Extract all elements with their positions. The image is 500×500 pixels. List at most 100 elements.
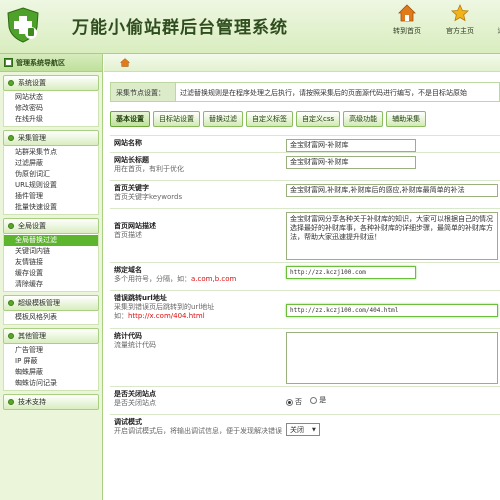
domain-label: 绑定域名 (114, 266, 142, 274)
sidebar-group-support: 技术支持 (3, 394, 99, 410)
description-textarea[interactable]: 金宝财富网分享各种关于补财库的知识，大家可以根据自己的情况选择最好的补财库事，各… (286, 212, 498, 260)
tab-custom-css[interactable]: 自定义css (296, 111, 341, 127)
group-title-text: 采集管理 (18, 134, 46, 142)
keywords-label: 首页关键字 (114, 184, 149, 192)
site-close-radio-no[interactable]: 否 (286, 397, 302, 407)
site-name-input[interactable]: 金宝财富网-补财库 (286, 139, 416, 152)
site-name-label: 网站名称 (114, 139, 142, 147)
sidebar-item-collect-nodes[interactable]: 站群采集节点 (4, 147, 98, 158)
stats-label: 统计代码 (114, 332, 142, 340)
sidebar-item-spider-block[interactable]: 蜘蛛屏蔽 (4, 367, 98, 378)
form-row-debug: 调试模式 开启调试模式后，将输出调试信息，便于发现解决错误 关闭 ▼ (110, 415, 500, 451)
tab-assist-collect[interactable]: 辅助采集 (386, 111, 427, 127)
error-url-label: 错误跳转url地址 (114, 294, 167, 302)
form-row-site-close: 是否关闭站点 是否关闭站点 否 是 (110, 387, 500, 415)
sidebar-group-title[interactable]: 技术支持 (3, 394, 99, 410)
sidebar-item-change-password[interactable]: 修改密码 (4, 103, 98, 114)
sidebar-group-collect: 采集管理 站群采集节点 过滤屏蔽 伪原创词汇 URL规则设置 插件管理 批量快速… (3, 130, 99, 215)
chevron-down-icon: ▼ (312, 426, 316, 433)
error-url-example: 如：http://x.com/404.html (114, 312, 286, 321)
star-icon (451, 4, 469, 22)
error-url-hint: 采集到错误页后跳转到的url地址 (114, 303, 215, 311)
shield-logo-icon (7, 7, 39, 43)
bullet-icon (8, 135, 14, 141)
sidebar-item-batch-setup[interactable]: 批量快速设置 (4, 202, 98, 213)
nav-area-icon (4, 58, 13, 67)
tab-advanced[interactable]: 高级功能 (343, 111, 384, 127)
site-subtitle-input[interactable]: 金宝财富网-补财库 (286, 156, 416, 169)
keywords-input[interactable]: 金宝财富网,补财库,补财库后的感应,补财库最简单的补法 (286, 184, 498, 197)
error-url-input[interactable]: http://zz.kczj100.com/404.html (286, 304, 498, 317)
group-title-text: 其他管理 (18, 332, 46, 340)
form-row-stats: 统计代码 流量统计代码 (110, 329, 500, 387)
official-site-nav-label: 官方主页 (446, 27, 474, 35)
sidebar-item-ip-block[interactable]: IP 屏蔽 (4, 356, 98, 367)
exit-nav-link[interactable]: 退 (492, 4, 500, 36)
sidebar-header: 管理系统导航区 (0, 54, 102, 72)
site-close-radio-yes[interactable]: 是 (310, 395, 326, 405)
sidebar-item-filter-block[interactable]: 过滤屏蔽 (4, 158, 98, 169)
sidebar-item-keyword-links[interactable]: 关键词内链 (4, 246, 98, 257)
form-row-site-name: 网站名称 金宝财富网-补财库 (110, 135, 500, 153)
sidebar-item-spider-log[interactable]: 蜘蛛访问记录 (4, 378, 98, 389)
notice-bar: 采集节点设置： 过滤替换规则是在程序处理之后执行，请按照采集后的页面源代码进行编… (110, 82, 500, 102)
sidebar-title: 管理系统导航区 (16, 58, 65, 67)
sidebar-group-title[interactable]: 其他管理 (3, 328, 99, 344)
sidebar-group-global: 全局设置 全局替换过滤 关键词内链 友情链接 缓存设置 清除缓存 (3, 218, 99, 292)
error-url-example-prefix: 如： (114, 312, 128, 320)
group-title-text: 技术支持 (18, 398, 46, 406)
sidebar-item-url-rules[interactable]: URL规则设置 (4, 180, 98, 191)
debug-select[interactable]: 关闭 ▼ (286, 423, 320, 436)
description-label: 首页网站描述 (114, 222, 156, 230)
sidebar-group-title[interactable]: 采集管理 (3, 130, 99, 146)
sidebar-item-clear-cache[interactable]: 清除缓存 (4, 279, 98, 290)
site-close-label: 是否关闭站点 (114, 390, 156, 398)
tab-custom-tags[interactable]: 自定义标签 (246, 111, 293, 127)
site-close-hint: 是否关闭站点 (114, 399, 156, 407)
home-nav-link[interactable]: 转到首页 (393, 4, 421, 36)
official-site-nav-link[interactable]: 官方主页 (446, 4, 474, 36)
sidebar-item-online-upgrade[interactable]: 在线升级 (4, 114, 98, 125)
radio-label-no: 否 (295, 398, 302, 406)
form-row-domain: 绑定域名 多个用符号，分隔，如：a.com,b.com http://zz.kc… (110, 263, 500, 291)
sidebar-item-friend-links[interactable]: 友情链接 (4, 257, 98, 268)
bullet-icon (8, 80, 14, 86)
domain-input[interactable]: http://zz.kczj100.com (286, 266, 416, 279)
debug-hint: 开启调试模式后，将输出调试信息，便于发现解决错误 (114, 427, 282, 435)
sidebar-item-site-status[interactable]: 网站状态 (4, 92, 98, 103)
sidebar-item-ads[interactable]: 广告管理 (4, 345, 98, 356)
radio-unchecked-icon (310, 396, 318, 404)
app-title: 万能小偷站群后台管理系统 (72, 18, 288, 38)
sidebar-group-title[interactable]: 全局设置 (3, 218, 99, 234)
sidebar-item-plugins[interactable]: 插件管理 (4, 191, 98, 202)
keywords-hint: 首页关键字keywords (114, 193, 183, 201)
tab-target-site[interactable]: 目标站设置 (153, 111, 200, 127)
home-icon[interactable] (120, 58, 130, 67)
sidebar-item-template-list[interactable]: 模板风格列表 (4, 312, 98, 323)
settings-tabs: 基本设置 目标站设置 替换过滤 自定义标签 自定义css 高级功能 辅助采集 (110, 109, 500, 131)
sidebar: 管理系统导航区 系统设置 网站状态 修改密码 在线升级 采集管理 站群采集节点 … (0, 54, 103, 500)
site-subtitle-label: 网站长标题 (114, 156, 149, 164)
sidebar-item-global-replace[interactable]: 全局替换过滤 (4, 235, 98, 246)
stats-textarea[interactable] (286, 332, 498, 384)
debug-select-value: 关闭 (290, 425, 304, 434)
group-title-text: 超级模板管理 (18, 299, 60, 307)
bullet-icon (8, 333, 14, 339)
sidebar-item-cache-settings[interactable]: 缓存设置 (4, 268, 98, 279)
debug-label: 调试模式 (114, 418, 142, 426)
tab-replace-filter[interactable]: 替换过滤 (203, 111, 243, 127)
radio-label-yes: 是 (319, 396, 327, 404)
sidebar-group-title[interactable]: 系统设置 (3, 75, 99, 91)
group-title-text: 全局设置 (18, 222, 46, 230)
sidebar-group-other: 其他管理 广告管理 IP 屏蔽 蜘蛛屏蔽 蜘蛛访问记录 (3, 328, 99, 391)
form-row-error-url: 错误跳转url地址 采集到错误页后跳转到的url地址 如：http://x.co… (110, 291, 500, 329)
sidebar-item-pseudo-words[interactable]: 伪原创词汇 (4, 169, 98, 180)
group-title-text: 系统设置 (18, 79, 46, 87)
breadcrumb (104, 54, 500, 72)
sidebar-group-title[interactable]: 超级模板管理 (3, 295, 99, 311)
tab-basic-settings[interactable]: 基本设置 (110, 111, 150, 127)
form-row-keywords: 首页关键字 首页关键字keywords 金宝财富网,补财库,补财库后的感应,补财… (110, 181, 500, 209)
error-url-example-value: http://x.com/404.html (128, 312, 205, 320)
stats-hint: 流量统计代码 (114, 341, 156, 349)
description-hint: 首页描述 (114, 231, 142, 239)
